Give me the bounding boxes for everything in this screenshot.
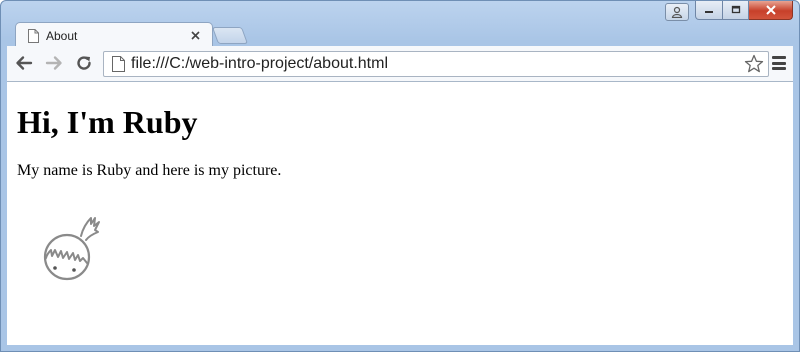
profile-button[interactable] xyxy=(665,3,689,21)
forward-arrow-icon xyxy=(45,56,62,70)
new-tab-button[interactable] xyxy=(211,27,249,44)
close-icon xyxy=(190,31,200,40)
tab-title: About xyxy=(46,29,78,43)
minimize-icon xyxy=(705,11,713,13)
close-window-button[interactable] xyxy=(749,1,793,20)
star-icon xyxy=(744,54,764,73)
page-title: Hi, I'm Ruby xyxy=(17,104,198,140)
hamburger-menu-icon[interactable] xyxy=(769,54,789,72)
person-icon xyxy=(671,6,683,18)
close-icon xyxy=(765,5,776,15)
page-icon xyxy=(28,29,39,43)
page-viewport: Hi, I'm Ruby My name is Ruby and here is… xyxy=(7,82,793,345)
address-bar-url[interactable]: file:///C:/web-intro-project/about.html xyxy=(131,55,744,73)
maximize-button[interactable] xyxy=(723,1,749,20)
tab-about[interactable]: About xyxy=(15,22,213,48)
reload-icon xyxy=(77,56,91,70)
restore-icon xyxy=(731,5,740,14)
tab-close-button[interactable] xyxy=(188,29,202,43)
forward-button[interactable] xyxy=(43,53,65,73)
reload-button[interactable] xyxy=(73,53,95,73)
page-icon xyxy=(112,56,125,72)
back-button[interactable] xyxy=(13,53,35,73)
back-arrow-icon xyxy=(16,56,33,70)
bookmark-star-button[interactable] xyxy=(744,54,764,74)
browser-window: About file:///C:/web-intro-project/about… xyxy=(0,0,800,352)
window-controls xyxy=(695,1,793,21)
address-bar[interactable]: file:///C:/web-intro-project/about.html xyxy=(103,51,769,77)
ruby-avatar-image xyxy=(43,217,100,281)
intro-paragraph: My name is Ruby and here is my picture. xyxy=(17,162,282,179)
browser-toolbar: file:///C:/web-intro-project/about.html xyxy=(7,46,793,82)
minimize-button[interactable] xyxy=(695,1,723,20)
